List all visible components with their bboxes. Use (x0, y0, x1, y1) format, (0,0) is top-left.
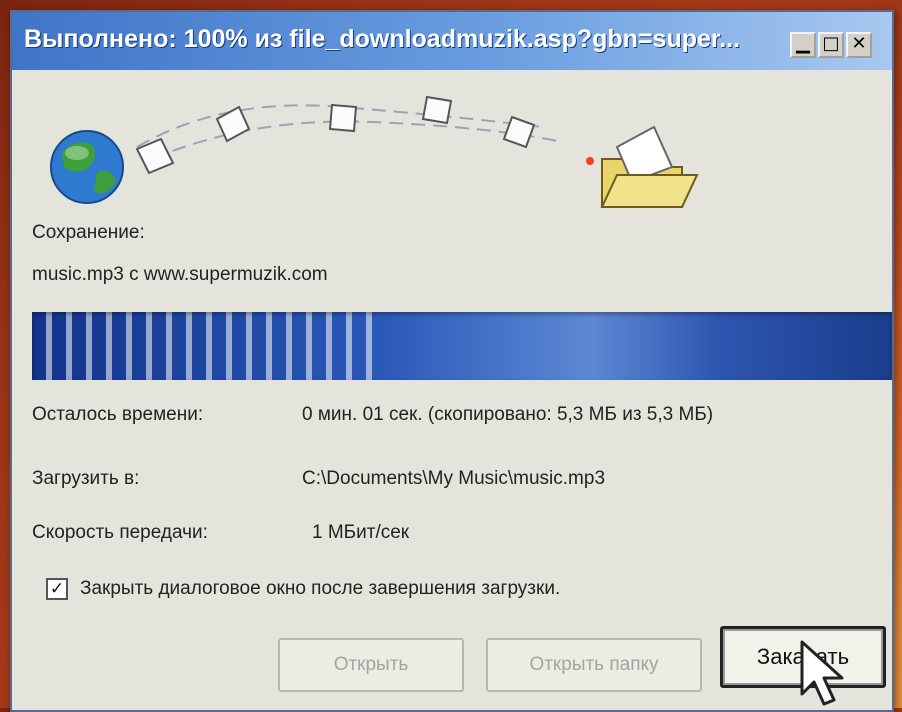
flying-document-icon (135, 95, 536, 175)
close-button[interactable]: ✕ (846, 32, 872, 58)
time-left-label: Осталось времени: (32, 404, 204, 425)
globe-icon (50, 130, 124, 204)
title-bar[interactable]: Выполнено: 100% из file_downloadmuzik.as… (12, 12, 892, 70)
progress-bar-fill (32, 312, 892, 380)
download-to-label: Загрузить в: (32, 468, 140, 489)
download-to-value: C:\Documents\My Music\music.mp3 (302, 468, 606, 489)
open-folder-button[interactable]: Открыть папку (486, 638, 702, 692)
saving-label: Сохранение: (32, 222, 145, 243)
download-dialog: Выполнено: 100% из file_downloadmuzik.as… (10, 10, 894, 712)
file-source-text: music.mp3 с www.supermuzik.com (32, 264, 328, 285)
open-button[interactable]: Открыть (278, 638, 464, 692)
mouse-cursor-icon (800, 640, 844, 706)
time-left-value: 0 мин. 01 сек. (скопировано: 5,3 МБ из 5… (302, 404, 714, 425)
maximize-button[interactable]: □ (818, 32, 844, 58)
folder-icon (586, 125, 699, 208)
download-animation (50, 95, 699, 208)
close-on-complete-checkbox[interactable]: ✓ (46, 578, 68, 600)
speed-label: Скорость передачи: (32, 522, 208, 543)
progress-track (32, 312, 892, 380)
close-on-complete-label: Закрыть диалоговое окно после завершения… (80, 578, 561, 599)
window-title: Выполнено: 100% из file_downloadmuzik.as… (24, 25, 741, 53)
minimize-button[interactable]: ▁ (790, 32, 816, 58)
speed-value: 1 МБит/сек (312, 522, 410, 543)
